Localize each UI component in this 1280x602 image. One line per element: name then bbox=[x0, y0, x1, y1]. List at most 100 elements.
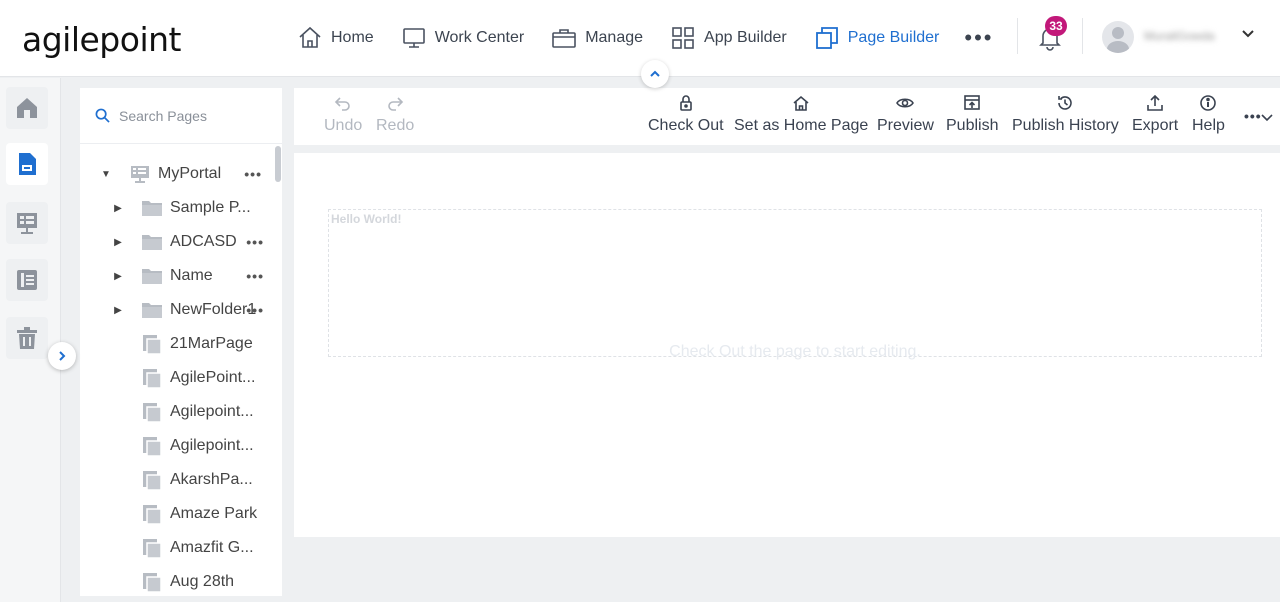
set-home-page-label: Set as Home Page bbox=[734, 117, 869, 134]
expand-arrow-icon[interactable]: ▼ bbox=[101, 169, 111, 180]
folder-label: NewFolder1 bbox=[170, 301, 257, 318]
notification-badge: 33 bbox=[1045, 16, 1067, 36]
row-more-button[interactable]: ••• bbox=[246, 302, 264, 318]
folder-icon bbox=[142, 269, 162, 284]
expand-arrow-icon[interactable]: ▶ bbox=[113, 305, 123, 316]
agilepoint-logo[interactable]: agilepoint bbox=[22, 20, 181, 59]
rail-pages[interactable] bbox=[6, 143, 48, 185]
nav-manage[interactable]: Manage bbox=[551, 22, 643, 54]
tree-page[interactable]: Agilepoint... bbox=[80, 429, 274, 463]
tree-page[interactable]: 21MarPage bbox=[80, 327, 274, 361]
trash-icon bbox=[17, 327, 37, 349]
nav-app-builder[interactable]: App Builder bbox=[670, 22, 787, 54]
nav-page-builder[interactable]: Page Builder bbox=[814, 22, 939, 54]
header-divider bbox=[1017, 18, 1018, 54]
info-icon bbox=[1200, 95, 1217, 111]
tree-root-myportal[interactable]: ▼ MyPortal ••• bbox=[80, 157, 274, 191]
expand-arrow-icon[interactable]: ▶ bbox=[113, 237, 123, 248]
home-icon bbox=[299, 26, 321, 48]
undo-label: Undo bbox=[324, 117, 363, 134]
pages-icon bbox=[815, 27, 838, 49]
collapse-header-button[interactable] bbox=[641, 60, 669, 88]
nav-manage-label: Manage bbox=[585, 29, 644, 46]
help-label: Help bbox=[1192, 117, 1225, 134]
nav-more-button[interactable]: ••• bbox=[964, 25, 993, 51]
rail-portal[interactable] bbox=[6, 202, 48, 244]
folder-label: Sample P... bbox=[170, 199, 251, 216]
help-button[interactable]: Help bbox=[1192, 94, 1225, 135]
folder-label: ADCASD bbox=[170, 233, 237, 250]
page-icon bbox=[143, 505, 162, 525]
folder-icon bbox=[142, 201, 162, 216]
tree-page[interactable]: AkarshPa... bbox=[80, 463, 274, 497]
page-icon bbox=[143, 539, 162, 559]
chevron-up-icon bbox=[650, 70, 660, 77]
tree-scrollbar[interactable] bbox=[275, 146, 281, 182]
row-more-button[interactable]: ••• bbox=[246, 268, 264, 284]
home-icon bbox=[17, 98, 37, 118]
expand-arrow-icon[interactable]: ▶ bbox=[113, 203, 123, 214]
tree-folder[interactable]: ▶ ADCASD ••• bbox=[80, 225, 274, 259]
nav-work-center[interactable]: Work Center bbox=[401, 22, 525, 54]
header-divider bbox=[1082, 18, 1083, 54]
grid-icon bbox=[672, 27, 694, 49]
undo-icon bbox=[334, 97, 350, 111]
export-button[interactable]: Export bbox=[1132, 94, 1178, 135]
page-label: AgilePoint... bbox=[170, 369, 256, 386]
user-name[interactable]: MuraliGowda bbox=[1144, 29, 1215, 43]
check-out-button[interactable]: Check Out bbox=[648, 94, 724, 135]
nav-home[interactable]: Home bbox=[297, 22, 374, 54]
preview-button[interactable]: Preview bbox=[877, 94, 934, 135]
briefcase-icon bbox=[552, 29, 577, 48]
set-home-page-button[interactable]: Set as Home Page bbox=[734, 94, 868, 135]
avatar[interactable] bbox=[1102, 21, 1134, 53]
undo-button[interactable]: Undo bbox=[324, 94, 362, 135]
rail-trash[interactable] bbox=[6, 317, 48, 359]
publish-label: Publish bbox=[946, 117, 999, 134]
portal-icon bbox=[131, 166, 149, 183]
page-label: Amazfit G... bbox=[170, 539, 254, 556]
publish-icon bbox=[964, 95, 981, 110]
redo-button[interactable]: Redo bbox=[376, 94, 414, 135]
page-icon bbox=[143, 403, 162, 423]
page-icon bbox=[143, 369, 162, 389]
page-label: AkarshPa... bbox=[170, 471, 253, 488]
tree-page[interactable]: Aug 28th bbox=[80, 565, 274, 596]
publish-button[interactable]: Publish bbox=[946, 94, 998, 135]
tree-page[interactable]: Amazfit G... bbox=[80, 531, 274, 565]
history-icon bbox=[1058, 96, 1073, 110]
export-icon bbox=[1147, 94, 1163, 111]
nav-work-center-label: Work Center bbox=[434, 29, 525, 46]
expand-arrow-icon[interactable]: ▶ bbox=[113, 271, 123, 282]
expand-rail-button[interactable] bbox=[48, 342, 76, 370]
publish-history-button[interactable]: Publish History bbox=[1012, 94, 1119, 135]
tree-folder[interactable]: ▶ Sample P... bbox=[80, 191, 274, 225]
check-out-label: Check Out bbox=[648, 117, 724, 134]
chevron-down-icon[interactable] bbox=[1260, 110, 1274, 124]
tree-page[interactable]: Agilepoint... bbox=[80, 395, 274, 429]
check-out-hint: Check Out the page to start editing. bbox=[669, 343, 921, 360]
search-input[interactable] bbox=[119, 107, 269, 124]
tree-root-label: MyPortal bbox=[158, 165, 222, 182]
tree-folder[interactable]: ▶ NewFolder1 ••• bbox=[80, 293, 274, 327]
tree-page[interactable]: Amaze Park bbox=[80, 497, 274, 531]
rail-home[interactable] bbox=[6, 87, 48, 129]
logo-text: agilepoint bbox=[22, 20, 181, 59]
search-bar bbox=[80, 88, 282, 144]
nav-home-label: Home bbox=[331, 29, 374, 46]
folder-icon bbox=[142, 235, 162, 250]
page-label: Aug 28th bbox=[170, 573, 235, 590]
row-more-button[interactable]: ••• bbox=[246, 234, 264, 250]
portal-icon bbox=[17, 213, 37, 234]
folder-label: Name bbox=[170, 267, 213, 284]
chevron-down-icon[interactable] bbox=[1240, 26, 1256, 42]
export-label: Export bbox=[1132, 117, 1179, 134]
publish-history-label: Publish History bbox=[1012, 117, 1119, 134]
home-icon bbox=[793, 95, 809, 111]
row-more-button[interactable]: ••• bbox=[244, 166, 262, 182]
rail-list[interactable] bbox=[6, 259, 48, 301]
tree-folder[interactable]: ▶ Name ••• bbox=[80, 259, 274, 293]
tree-page[interactable]: AgilePoint... bbox=[80, 361, 274, 395]
chevron-right-icon bbox=[59, 351, 66, 361]
redo-icon bbox=[388, 97, 404, 111]
